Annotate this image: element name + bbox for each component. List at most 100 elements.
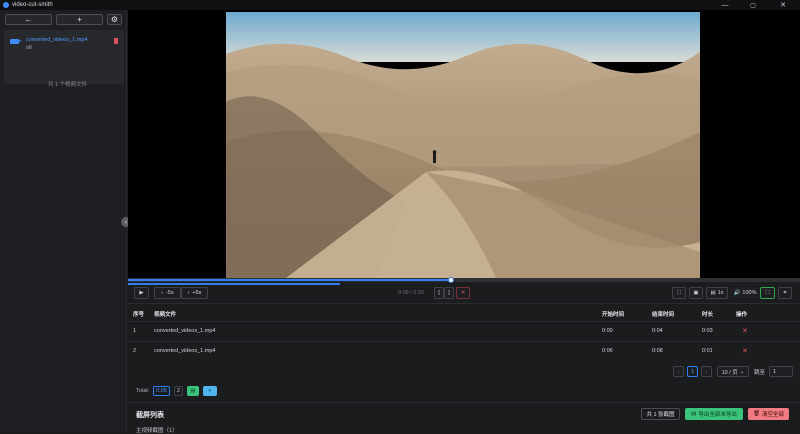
video-player[interactable] bbox=[128, 10, 800, 278]
export-all-button[interactable]: ▤ 导出全部未导出 bbox=[685, 408, 743, 420]
col-end: 结束时间 bbox=[652, 311, 675, 318]
row-file: converted_videos_1.mp4 bbox=[154, 328, 216, 334]
merge-icon: ⑂ bbox=[208, 388, 212, 394]
volume-control[interactable]: 🔊 100% bbox=[730, 287, 760, 299]
row-end: 0:04 bbox=[652, 328, 663, 334]
prev-page-button[interactable]: ‹ bbox=[673, 366, 684, 377]
forward-5s-button[interactable]: › +5s bbox=[181, 287, 208, 299]
divider bbox=[128, 303, 800, 304]
volume-icon: 🔊 bbox=[733, 290, 741, 296]
total-duration: 0:05 bbox=[153, 386, 170, 396]
page-size-value: 10 / 页 bbox=[721, 369, 738, 376]
col-duration: 时长 bbox=[702, 311, 714, 318]
fullscreen-button[interactable]: ⛶ bbox=[672, 287, 686, 299]
chevron-down-icon: ⌄ bbox=[739, 368, 745, 375]
segment-marker bbox=[128, 283, 340, 285]
row-end: 0:08 bbox=[652, 348, 663, 355]
expand-icon: ⛶ bbox=[677, 289, 681, 296]
delete-clip-icon[interactable]: ✕ bbox=[742, 328, 748, 335]
delete-clip-icon[interactable]: ✕ bbox=[742, 348, 748, 355]
settings-button[interactable]: ⚙ bbox=[107, 14, 122, 25]
total-row: Total: 0:05 2 ▤ ⑂ bbox=[136, 385, 217, 397]
play-button[interactable]: ▶ bbox=[134, 287, 149, 299]
timecode: 0:09 / 0:20 bbox=[398, 290, 424, 296]
screenshot-count-button[interactable]: 共 1 张截图 bbox=[641, 408, 680, 420]
video-frame bbox=[226, 12, 700, 278]
trash-icon: 🗑 bbox=[753, 411, 760, 417]
next-page-button[interactable]: › bbox=[701, 366, 712, 377]
back-button[interactable]: ← bbox=[5, 14, 52, 25]
close-button[interactable]: ✕ bbox=[772, 0, 794, 10]
col-start: 开始时间 bbox=[602, 311, 625, 318]
mark-in-button[interactable]: { bbox=[434, 287, 444, 299]
table-row[interactable]: 2 converted_videos_1.mp4 0:06 0:08 0:01 … bbox=[128, 341, 800, 361]
page-size-select[interactable]: 10 / 页 ⌄ bbox=[717, 366, 749, 377]
chevron-left-icon: ‹ bbox=[124, 218, 128, 226]
screenshot-button[interactable]: ⌗ bbox=[778, 287, 792, 299]
page-1-button[interactable]: 1 bbox=[687, 366, 698, 377]
goto-label: 跳至 bbox=[754, 370, 766, 376]
export-clips-button[interactable]: ▤ bbox=[186, 386, 199, 396]
add-file-button[interactable]: + bbox=[56, 14, 103, 25]
progress-handle[interactable] bbox=[447, 277, 454, 283]
col-index: 序号 bbox=[133, 311, 145, 318]
plus-icon: + bbox=[77, 15, 82, 24]
file-card[interactable]: converted_videos_1.mp4 s6 共 1 个视频文件 bbox=[4, 30, 124, 88]
merge-clips-button[interactable]: ⑂ bbox=[202, 386, 217, 396]
progress-bar[interactable] bbox=[128, 277, 800, 283]
chevron-left-icon: ‹ bbox=[161, 290, 164, 296]
chevron-right-icon: › bbox=[187, 290, 190, 296]
clear-marks-button[interactable]: ✕ bbox=[456, 287, 470, 299]
file-icon: ▤ bbox=[190, 388, 196, 394]
total-count: 2 bbox=[173, 386, 183, 396]
col-action: 操作 bbox=[736, 311, 748, 318]
divider bbox=[128, 402, 800, 403]
goto-page-input[interactable]: 1 bbox=[769, 366, 793, 377]
title-bar: video-cut-smith — ▢ ✕ bbox=[0, 0, 800, 10]
row-index: 2 bbox=[133, 348, 137, 355]
desert-video-image bbox=[226, 12, 700, 278]
picture-in-picture-icon: ▣ bbox=[693, 290, 699, 296]
volume-label: 100% bbox=[742, 290, 757, 296]
crop-icon: ⛶ bbox=[765, 289, 770, 296]
minimize-button[interactable]: — bbox=[714, 0, 736, 10]
maximize-button[interactable]: ▢ bbox=[742, 0, 764, 10]
table-header-row: 序号 视频文件 开始时间 结束时间 时长 操作 bbox=[128, 307, 800, 321]
clear-all-label: 清空全部 bbox=[761, 412, 784, 418]
screenshot-section-title: 截屏列表 bbox=[136, 412, 164, 419]
rewind-label: -5s bbox=[166, 290, 174, 296]
speed-label: 1x bbox=[717, 290, 724, 296]
rewind-5s-button[interactable]: ‹ -5s bbox=[154, 287, 181, 299]
clear-all-button[interactable]: 🗑 清空全部 bbox=[748, 408, 789, 420]
row-duration: 0:03 bbox=[702, 328, 713, 334]
row-duration: 0:01 bbox=[702, 348, 713, 355]
mark-out-button[interactable]: } bbox=[444, 287, 454, 299]
row-start: 0:06 bbox=[602, 348, 613, 355]
export-all-label: 导出全部未导出 bbox=[698, 412, 737, 418]
file-name: converted_videos_1.mp4 bbox=[26, 37, 88, 43]
app-icon bbox=[3, 2, 9, 8]
player-controls: ▶ ‹ -5s › +5s 0:09 / 0:20 { } ✕ ⛶ ▣ ▤ 1x… bbox=[128, 286, 800, 302]
speed-icon: ▤ bbox=[710, 290, 716, 296]
speed-button[interactable]: ▤ 1x bbox=[706, 287, 728, 299]
progress-fill bbox=[128, 279, 451, 281]
window-title: video-cut-smith bbox=[12, 2, 53, 8]
file-sub: s6 bbox=[26, 45, 32, 51]
sidebar: ← + ⚙ converted_videos_1.mp4 s6 共 1 个视频文… bbox=[0, 10, 127, 432]
gear-icon: ⚙ bbox=[110, 15, 119, 24]
capture-icon: ⌗ bbox=[783, 289, 787, 296]
table-row[interactable]: 1 converted_videos_1.mp4 0:00 0:04 0:03 … bbox=[128, 321, 800, 341]
forward-label: +5s bbox=[192, 290, 202, 296]
pip-button[interactable]: ▣ bbox=[689, 287, 703, 299]
file-icon: ▤ bbox=[691, 411, 697, 417]
crop-button[interactable]: ⛶ bbox=[760, 287, 775, 299]
screenshot-subtitle: 主视频截图（1） bbox=[136, 428, 178, 434]
total-label: Total: bbox=[136, 388, 150, 394]
clip-table: 序号 视频文件 开始时间 结束时间 时长 操作 1 converted_vide… bbox=[128, 307, 800, 361]
row-start: 0:00 bbox=[602, 328, 613, 334]
file-count: 共 1 个视频文件 bbox=[47, 82, 88, 88]
col-file: 视频文件 bbox=[154, 311, 177, 318]
arrow-left-icon: ← bbox=[24, 15, 33, 24]
video-camera-icon bbox=[10, 39, 22, 44]
delete-icon[interactable] bbox=[114, 38, 118, 44]
